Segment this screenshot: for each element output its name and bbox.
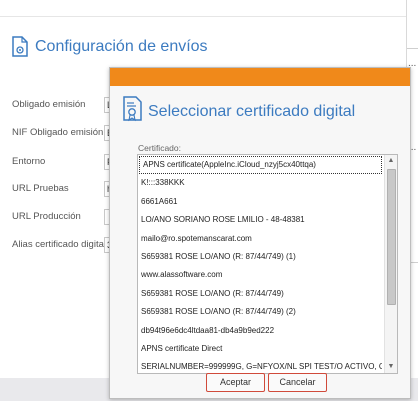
certificate-list-item[interactable]: 6661A661	[138, 193, 382, 211]
cancel-button[interactable]: Cancelar	[268, 373, 327, 392]
dialog-title-bar[interactable]	[110, 68, 410, 86]
field-label-entorno: Entorno	[12, 156, 46, 167]
certificate-list-item[interactable]: ​K!‌‍⁠:::​3‌38‍K⁠​K‌K‍⁠​‌ ⁠​‌‍	[138, 174, 382, 192]
scroll-thumb[interactable]	[387, 169, 396, 305]
certificates-label: Certificado:	[138, 143, 181, 153]
list-scrollbar[interactable]: ▲ ▼	[384, 155, 397, 373]
certificate-list-item[interactable]: mailo@ro.spotemanscarat.com	[138, 230, 382, 248]
right-divider	[407, 48, 418, 49]
field-label-url-pruebas: URL Pruebas	[12, 183, 69, 194]
certificate-list-item[interactable]: db94t96e6dc4ltdaa81-db4a9b9ed222	[138, 322, 382, 340]
scroll-down-icon[interactable]: ▼	[385, 361, 397, 373]
select-certificate-dialog: Seleccionar certificado digital Certific…	[109, 67, 411, 399]
certificate-list-item[interactable]: S659381 ROSE LO/ANO (R: 87/44/749) (2)	[138, 303, 382, 321]
page-title: Configuración de envíos	[35, 38, 208, 55]
certificate-list-item[interactable]: LO/ANO SORIANO ROSE LMILIO - 48-48381	[138, 211, 382, 229]
accept-button[interactable]: Aceptar	[206, 373, 265, 392]
field-label-nif: NIF Obligado emisión	[12, 127, 104, 138]
dialog-title: Seleccionar certificado digital	[148, 103, 356, 120]
certificate-list-item[interactable]: S659381 ROSE LO/ANO (R: 87/44/749) (1)	[138, 248, 382, 266]
field-label-url-produccion: URL Producción	[12, 211, 81, 222]
field-label-obligado: Obligado emisión	[12, 99, 86, 110]
certificate-list-item[interactable]: S659381 ROSE LO/ANO (R: 87/44/749)	[138, 285, 382, 303]
certificate-icon	[123, 96, 142, 122]
header-divider	[0, 16, 406, 17]
certificate-list-item[interactable]: APNS certificate(AppleInc.iCloud_nzyj5cx…	[139, 156, 382, 175]
certificate-list-item[interactable]: SERIALNUMBER=999999G, G=NFYOX/NL SPI TES…	[138, 358, 382, 373]
certificate-list-item[interactable]: www.alassoftware.com	[138, 266, 382, 284]
certificate-list-items: APNS certificate(AppleInc.iCloud_nzyj5cx…	[138, 155, 382, 373]
field-label-alias: Alias certificado digital	[12, 239, 106, 250]
scroll-up-icon[interactable]: ▲	[385, 155, 397, 167]
document-gear-icon	[12, 36, 28, 57]
certificate-list[interactable]: APNS certificate(AppleInc.iCloud_nzyj5cx…	[137, 154, 398, 374]
certificate-list-item[interactable]: APNS certificate Direct	[138, 340, 382, 358]
